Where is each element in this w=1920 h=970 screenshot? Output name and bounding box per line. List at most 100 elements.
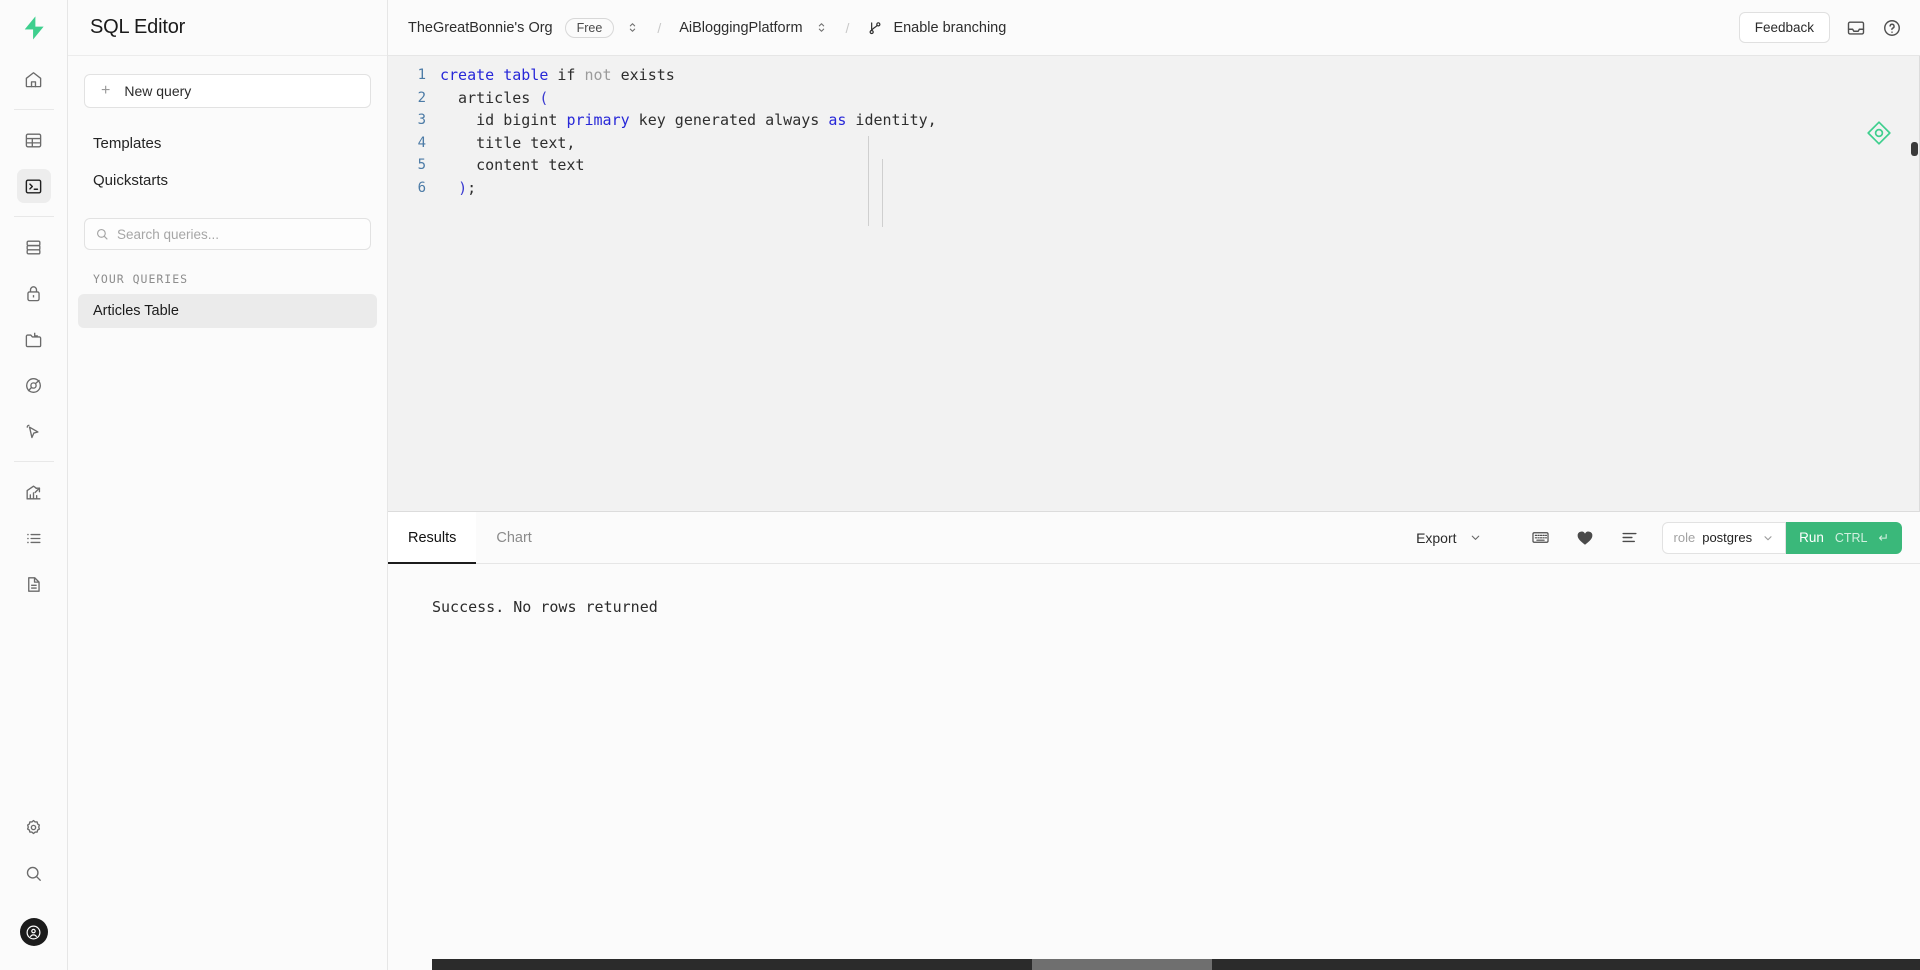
- line-content: content text: [440, 156, 585, 174]
- reports-chart-icon: [26, 484, 41, 500]
- tab-chart[interactable]: Chart: [476, 512, 551, 563]
- sql-editor-pane[interactable]: 1 create table if not exists 2 articles …: [388, 56, 1920, 512]
- breadcrumb-separator: /: [657, 19, 662, 36]
- line-number: 2: [417, 89, 426, 106]
- primary-icon-rail: [0, 0, 68, 970]
- sidebar-item-sql-editor[interactable]: [16, 169, 51, 203]
- enable-branching-button[interactable]: Enable branching: [867, 20, 1006, 36]
- role-label: role: [1673, 530, 1696, 545]
- code-line: 3 id bigint primary key generated always…: [388, 109, 1920, 132]
- new-query-button[interactable]: + New query: [84, 74, 371, 108]
- line-content: title text,: [440, 133, 576, 152]
- sidebar-item-edge-functions[interactable]: [17, 368, 51, 402]
- list-item-articles-table[interactable]: Articles Table: [78, 294, 377, 328]
- code-line: 1 create table if not exists: [388, 64, 1920, 87]
- sidebar-item-home[interactable]: [17, 62, 51, 96]
- results-pane: Results Chart Export role postgres Run C…: [388, 512, 1920, 970]
- search-input[interactable]: [84, 218, 371, 250]
- result-message: Success. No rows returned: [432, 598, 658, 616]
- table-editor-icon: [25, 132, 42, 148]
- code-line: 2 articles (: [388, 87, 1920, 110]
- feedback-button[interactable]: Feedback: [1738, 12, 1830, 43]
- realtime-cursor-icon: [26, 424, 39, 438]
- tab-results[interactable]: Results: [388, 512, 477, 564]
- ai-diamond-icon[interactable]: [1866, 120, 1892, 151]
- auth-lock-icon: [27, 285, 40, 301]
- run-shortcut-ctrl: CTRL: [1834, 530, 1868, 545]
- search-queries-wrap: [84, 218, 371, 250]
- sidebar-nav-group: Templates Quickstarts: [84, 126, 371, 198]
- breadcrumb-org[interactable]: TheGreatBonnie's Org: [408, 20, 553, 36]
- export-button[interactable]: Export: [1402, 530, 1495, 546]
- supabase-logo[interactable]: [0, 0, 68, 56]
- line-number: 1: [417, 67, 426, 83]
- horizontal-scrollbar-thumb[interactable]: [1032, 959, 1212, 970]
- sql-editor-sidebar: SQL Editor + New query Templates Quickst…: [68, 0, 388, 970]
- settings-gear-icon: [26, 819, 41, 834]
- home-icon: [25, 71, 42, 87]
- avatar[interactable]: [19, 918, 48, 946]
- plan-badge[interactable]: Free: [564, 17, 615, 38]
- sidebar-item-realtime[interactable]: [17, 414, 51, 448]
- code-line: 5 content text: [388, 154, 1920, 177]
- edge-functions-icon: [26, 377, 41, 393]
- sidebar-item-logs[interactable]: [17, 521, 51, 555]
- role-select[interactable]: role postgres: [1661, 521, 1787, 554]
- sidebar-item-storage[interactable]: [17, 322, 51, 356]
- results-body: Success. No rows returned: [388, 564, 1920, 970]
- chevron-down-icon: [1469, 531, 1482, 544]
- horizontal-scrollbar[interactable]: [432, 959, 1920, 970]
- sidebar-item-table-editor[interactable]: [17, 123, 51, 157]
- sidebar-item-database[interactable]: [17, 230, 51, 264]
- sidebar-item-authentication[interactable]: [17, 276, 51, 310]
- sidebar-header: SQL Editor: [68, 0, 387, 56]
- sql-editor-app: SQL Editor + New query Templates Quickst…: [0, 0, 1920, 970]
- line-number: 6: [417, 179, 426, 196]
- sql-code[interactable]: 1 create table if not exists 2 articles …: [388, 56, 1920, 227]
- results-toolbar: Results Chart Export role postgres Run C…: [388, 512, 1920, 564]
- sidebar-item-settings[interactable]: [17, 810, 51, 844]
- help-circle-icon[interactable]: [1882, 18, 1902, 38]
- rail-divider: [13, 216, 54, 217]
- breadcrumb-separator: /: [845, 19, 850, 36]
- heart-filled-icon[interactable]: [1563, 529, 1607, 547]
- storage-folder-icon: [25, 332, 42, 347]
- plus-icon: +: [101, 82, 111, 99]
- line-number: 5: [417, 157, 426, 173]
- run-label: Run: [1799, 530, 1824, 545]
- sidebar-item-templates[interactable]: Templates: [84, 126, 371, 161]
- database-icon: [26, 239, 41, 255]
- sidebar-body: + New query Templates Quickstarts YOUR Q…: [68, 56, 387, 328]
- export-label: Export: [1416, 529, 1457, 546]
- new-query-label: New query: [124, 83, 192, 99]
- role-value: postgres: [1702, 530, 1753, 545]
- api-docs-icon: [28, 576, 40, 592]
- sidebar-item-api-docs[interactable]: [17, 567, 51, 601]
- line-content: );: [458, 178, 477, 197]
- run-button[interactable]: Run CTRL ↵: [1786, 521, 1902, 554]
- format-lines-icon[interactable]: [1607, 528, 1652, 547]
- line-number: 3: [417, 112, 426, 128]
- run-shortcut-enter: ↵: [1878, 531, 1889, 545]
- line-content: create table if not exists: [440, 66, 675, 84]
- sidebar-item-quickstarts[interactable]: Quickstarts: [84, 163, 371, 198]
- keyboard-icon[interactable]: [1518, 528, 1563, 547]
- breadcrumb-project[interactable]: AiBloggingPlatform: [679, 20, 802, 36]
- sql-editor-icon: [25, 178, 42, 194]
- line-content: id bigint primary key generated always a…: [440, 111, 937, 129]
- user-avatar-icon: [26, 925, 41, 939]
- git-branch-icon: [869, 21, 881, 34]
- code-line: 4 title text,: [388, 132, 1920, 155]
- branching-label: Enable branching: [893, 19, 1007, 36]
- editor-vertical-scrollbar[interactable]: [1911, 142, 1918, 156]
- sidebar-item-reports[interactable]: [17, 475, 51, 509]
- main-content: TheGreatBonnie's Org Free / AiBloggingPl…: [388, 0, 1920, 970]
- rail-divider: [13, 109, 54, 110]
- indent-guide: [868, 136, 869, 226]
- line-content: articles (: [440, 88, 549, 107]
- search-icon: [95, 227, 109, 241]
- project-switcher-icon[interactable]: [815, 21, 828, 34]
- org-switcher-icon[interactable]: [626, 21, 639, 34]
- inbox-icon[interactable]: [1846, 18, 1866, 38]
- global-search-button[interactable]: [17, 856, 51, 890]
